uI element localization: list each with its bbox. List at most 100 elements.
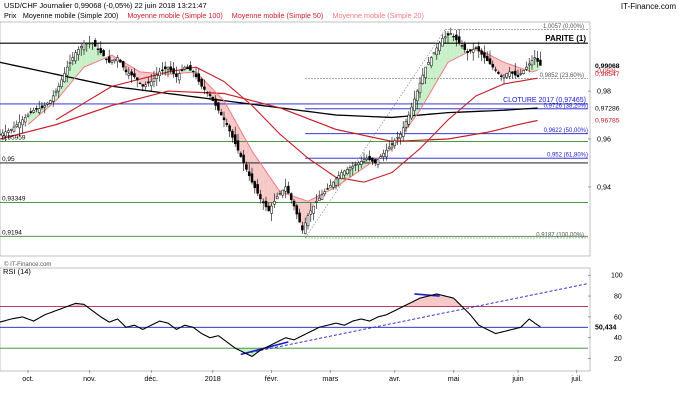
candle-body	[161, 69, 164, 71]
candle-body	[317, 197, 321, 202]
candle-body	[362, 159, 366, 162]
rsi-y-tick-label: 40	[614, 335, 622, 342]
candle-body	[320, 194, 324, 200]
legend-item-3: Moyenne mobile (Simple 50)	[232, 11, 323, 20]
candle-body	[488, 58, 492, 65]
candle-body	[7, 130, 10, 133]
candle-body	[60, 79, 63, 87]
candle-body	[54, 90, 58, 93]
candle-body	[200, 78, 203, 87]
candle-body	[65, 66, 69, 76]
candle-body	[323, 191, 327, 195]
candle-body	[298, 212, 301, 223]
candle-body	[499, 75, 503, 77]
candle-body	[208, 94, 212, 97]
candle-body	[259, 194, 262, 200]
candle-body	[539, 59, 542, 66]
candle-body	[12, 126, 16, 132]
candle-body	[166, 66, 170, 70]
candle-body	[189, 65, 192, 71]
candle-body	[368, 155, 371, 161]
x-tick-label: oct.	[22, 374, 34, 383]
candle-body	[527, 63, 531, 66]
candle-body	[15, 124, 19, 127]
candle-body	[441, 38, 444, 47]
candle-body	[116, 57, 119, 62]
chart-canvas: USD/CHF Journalier 0,99068 (-0,05%) 22 j…	[0, 0, 680, 409]
candle-body	[163, 66, 167, 69]
candle-body	[435, 47, 439, 55]
legend: Prix Moyenne mobile (Simple 200) Moyenne m…	[4, 11, 424, 20]
x-tick-label: déc.	[144, 374, 158, 383]
candle-body	[351, 165, 355, 169]
candle-body	[96, 48, 100, 50]
candle-body	[113, 58, 117, 62]
candle-body	[270, 205, 273, 214]
candle-body	[474, 47, 478, 49]
sma20-fill-slice	[142, 72, 146, 87]
candle-body	[222, 117, 226, 121]
candle-body	[124, 69, 128, 73]
candle-body	[343, 170, 346, 176]
candle-body	[306, 215, 310, 227]
candle-body	[219, 111, 223, 116]
candle-body	[250, 173, 254, 183]
candle-body	[466, 51, 469, 54]
candle-body	[29, 111, 33, 113]
candle-body	[267, 205, 271, 212]
candle-body	[483, 52, 486, 58]
candle-body	[485, 55, 489, 61]
candle-body	[357, 162, 360, 166]
candle-body	[393, 140, 397, 146]
candle-body	[331, 181, 335, 188]
candle-body	[337, 175, 341, 179]
candle-body	[239, 152, 243, 157]
candle-body	[371, 157, 374, 162]
candle-body	[144, 84, 147, 87]
candle-body	[519, 73, 523, 75]
candle-body	[82, 42, 86, 51]
candle-body	[99, 48, 103, 54]
candle-body	[9, 129, 13, 131]
chart-header-title: USD/CHF Journalier 0,99068 (-0,05%) 22 j…	[4, 1, 207, 10]
candle-body	[513, 70, 517, 76]
sma20-fill-slice	[448, 33, 451, 63]
candle-body	[32, 110, 35, 113]
candle-body	[449, 33, 453, 35]
candle-body	[536, 58, 539, 62]
y-tick-label: 0,94	[597, 182, 611, 191]
price-tag-2: 0,98547	[595, 71, 620, 78]
sma20-fill-slice	[504, 62, 507, 76]
candle-body	[149, 81, 153, 87]
candle-body	[147, 81, 150, 84]
candle-body	[295, 205, 299, 215]
candle-body	[413, 98, 416, 111]
candle-body	[233, 134, 237, 145]
candle-body	[23, 117, 27, 123]
candle-body	[183, 66, 187, 70]
candle-body	[264, 200, 268, 208]
candle-body	[127, 73, 131, 76]
candle-body	[110, 60, 114, 63]
candle-body	[138, 82, 142, 84]
candle-body	[247, 171, 251, 176]
candle-body	[197, 73, 201, 82]
candle-body	[399, 133, 402, 139]
candle-body	[415, 90, 419, 102]
candle-body	[284, 186, 287, 192]
candle-body	[79, 46, 83, 49]
candle-body	[469, 49, 472, 52]
candle-body	[46, 102, 49, 105]
candle-body	[281, 189, 285, 196]
price-tag-3: 0,97286	[595, 106, 620, 113]
candle-body	[530, 60, 534, 66]
candle-body	[133, 73, 136, 77]
candle-body	[105, 58, 108, 61]
candle-body	[217, 102, 220, 111]
candle-body	[68, 62, 72, 65]
x-tick-label: juil.	[570, 374, 582, 383]
candle-body	[407, 114, 411, 125]
candle-body	[37, 108, 41, 113]
candle-body	[455, 34, 458, 41]
candle-body	[334, 178, 338, 186]
